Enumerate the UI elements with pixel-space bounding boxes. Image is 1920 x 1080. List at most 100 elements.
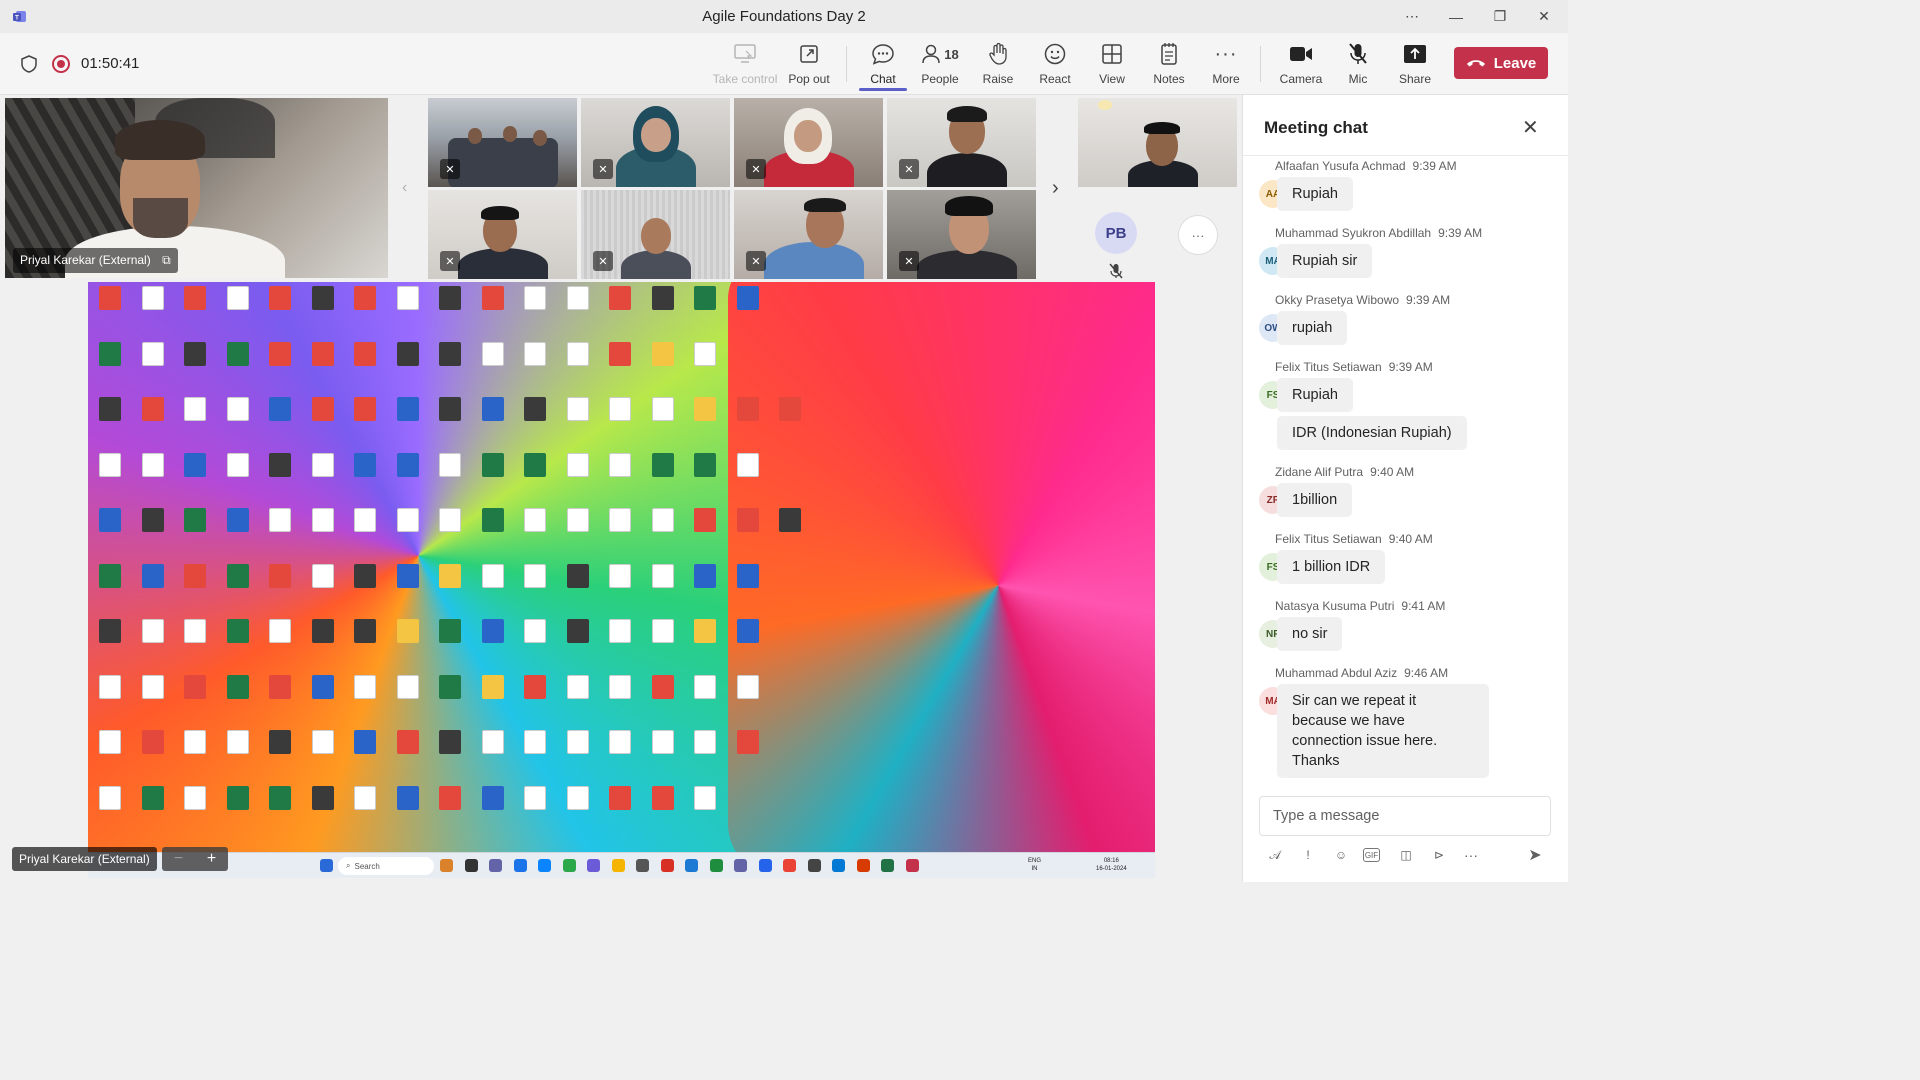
- camera-button[interactable]: Camera: [1271, 41, 1331, 91]
- message-composer[interactable]: [1259, 796, 1551, 836]
- desktop-file-icon: [260, 341, 300, 394]
- participant-tile[interactable]: ✕: [887, 190, 1036, 279]
- screen-share-indicator-icon: ⧉: [162, 253, 171, 267]
- desktop-file-icon: [260, 730, 300, 782]
- sticker-icon[interactable]: ◫: [1396, 845, 1416, 865]
- shield-icon[interactable]: [20, 55, 38, 73]
- desktop-file-icon: [515, 452, 555, 505]
- people-button[interactable]: 18 People: [910, 41, 970, 91]
- desktop-file-icon: [133, 674, 173, 727]
- desktop-file-icon: [175, 341, 215, 394]
- desktop-file-icon: [728, 286, 768, 338]
- desktop-file-icon: [600, 619, 640, 671]
- send-icon[interactable]: ➤: [1525, 845, 1545, 865]
- self-video-tile[interactable]: [1078, 98, 1237, 187]
- desktop-file-icon: [600, 785, 640, 838]
- react-button[interactable]: React: [1025, 41, 1085, 91]
- desktop-file-icon: [90, 563, 130, 616]
- message-header: Muhammad Syukron Abdillah 9:39 AM: [1275, 226, 1483, 240]
- gallery-prev-icon[interactable]: ‹: [402, 179, 407, 197]
- desktop-file-icon: [600, 286, 640, 338]
- participant-avatar[interactable]: PB: [1095, 212, 1137, 254]
- desktop-file-icon: [175, 563, 215, 616]
- emoji-icon[interactable]: ☺: [1331, 845, 1351, 865]
- message-header: Okky Prasetya Wibowo 9:39 AM: [1275, 293, 1451, 307]
- participant-tile[interactable]: ✕: [734, 98, 883, 187]
- desktop-file-icon: [218, 563, 258, 616]
- format-icon[interactable]: 𝒜: [1265, 845, 1285, 865]
- desktop-file-icon: [345, 397, 385, 449]
- zoom-out-button[interactable]: −: [174, 850, 183, 868]
- window-more-icon[interactable]: ⋯: [1390, 0, 1434, 33]
- gallery-next-icon[interactable]: ›: [1052, 177, 1059, 200]
- message-bubble[interactable]: Rupiah: [1277, 177, 1353, 211]
- desktop-file-icon: [90, 341, 130, 394]
- leave-button[interactable]: Leave: [1454, 47, 1548, 79]
- desktop-file-icon: [770, 397, 810, 449]
- desktop-file-icon: [218, 785, 258, 838]
- zoom-in-button[interactable]: +: [207, 850, 216, 868]
- mic-button[interactable]: Mic: [1328, 41, 1388, 91]
- loop-icon[interactable]: ⊳: [1429, 845, 1449, 865]
- taskbar-app-icon: [562, 859, 576, 872]
- share-button[interactable]: Share: [1385, 41, 1445, 91]
- message-header: Natasya Kusuma Putri 9:41 AM: [1275, 599, 1446, 613]
- more-button[interactable]: ··· More: [1196, 41, 1256, 91]
- desktop-file-icon: [90, 508, 130, 560]
- meeting-timer: 01:50:41: [81, 55, 140, 72]
- desktop-file-icon: [430, 508, 470, 560]
- gif-icon[interactable]: GIF: [1363, 848, 1380, 862]
- view-button[interactable]: View: [1082, 41, 1142, 91]
- desktop-file-icon: [345, 286, 385, 338]
- participant-tile[interactable]: ✕: [428, 98, 577, 187]
- message-input[interactable]: [1260, 797, 1550, 835]
- desktop-file-icon: [260, 674, 300, 727]
- message-bubble[interactable]: Rupiah: [1277, 378, 1353, 412]
- message-bubble[interactable]: Sir can we repeat it because we have con…: [1277, 684, 1489, 778]
- message-header: Felix Titus Setiawan 9:40 AM: [1275, 532, 1433, 546]
- taskbar-app-icon: [636, 859, 649, 872]
- message-bubble[interactable]: 1 billion IDR: [1277, 550, 1386, 584]
- taskbar-app-icon: [807, 859, 821, 872]
- message-header: Muhammad Abdul Aziz 9:46 AM: [1275, 666, 1449, 680]
- phone-hangup-icon: [1466, 60, 1485, 67]
- more-participants-button[interactable]: ···: [1178, 215, 1218, 255]
- minimize-icon[interactable]: —: [1434, 0, 1478, 33]
- message-bubble[interactable]: no sir: [1277, 617, 1343, 651]
- desktop-file-icon: [388, 730, 428, 782]
- take-control-icon: [733, 41, 757, 67]
- taskbar-clock: 08:16 16-01-2024: [1096, 858, 1127, 872]
- take-control-button[interactable]: Take control: [713, 41, 777, 91]
- raise-hand-button[interactable]: Raise: [968, 41, 1028, 91]
- priority-icon[interactable]: !: [1298, 845, 1318, 865]
- desktop-file-icon: [430, 341, 470, 394]
- taskbar-app-icon: [538, 859, 551, 872]
- participant-tile[interactable]: ✕: [734, 190, 883, 279]
- desktop-file-icon: [90, 619, 130, 671]
- desktop-file-icon: [685, 563, 725, 616]
- desktop-file-icon: [473, 452, 513, 505]
- message-bubble[interactable]: 1billion: [1277, 483, 1353, 517]
- close-window-icon[interactable]: ✕: [1522, 0, 1566, 33]
- taskbar-app-icon: [440, 859, 453, 872]
- close-chat-icon[interactable]: ✕: [1522, 115, 1539, 140]
- message-bubble[interactable]: rupiah: [1277, 311, 1348, 345]
- desktop-file-icon: [133, 730, 173, 782]
- message-bubble[interactable]: Rupiah sir: [1277, 244, 1373, 278]
- maximize-icon[interactable]: ❐: [1478, 0, 1522, 33]
- speaker-video[interactable]: Priyal Karekar (External) ⧉: [5, 98, 388, 278]
- chat-button[interactable]: Chat: [853, 41, 913, 91]
- desktop-file-icon: [515, 563, 555, 616]
- message-bubble[interactable]: IDR (Indonesian Rupiah): [1277, 416, 1467, 450]
- taskbar-app-icon: [513, 859, 527, 872]
- notes-button[interactable]: Notes: [1139, 41, 1199, 91]
- participant-tile[interactable]: ✕: [428, 190, 577, 279]
- participant-tile[interactable]: ✕: [887, 98, 1036, 187]
- participant-tile[interactable]: ✕: [581, 190, 730, 279]
- more-options-icon[interactable]: ···: [1461, 845, 1481, 865]
- desktop-file-icon: [90, 785, 130, 838]
- mic-muted-icon: ✕: [899, 251, 919, 271]
- pop-out-button[interactable]: Pop out: [779, 41, 839, 91]
- participant-tile[interactable]: ✕: [581, 98, 730, 187]
- smiley-icon: [1044, 41, 1066, 67]
